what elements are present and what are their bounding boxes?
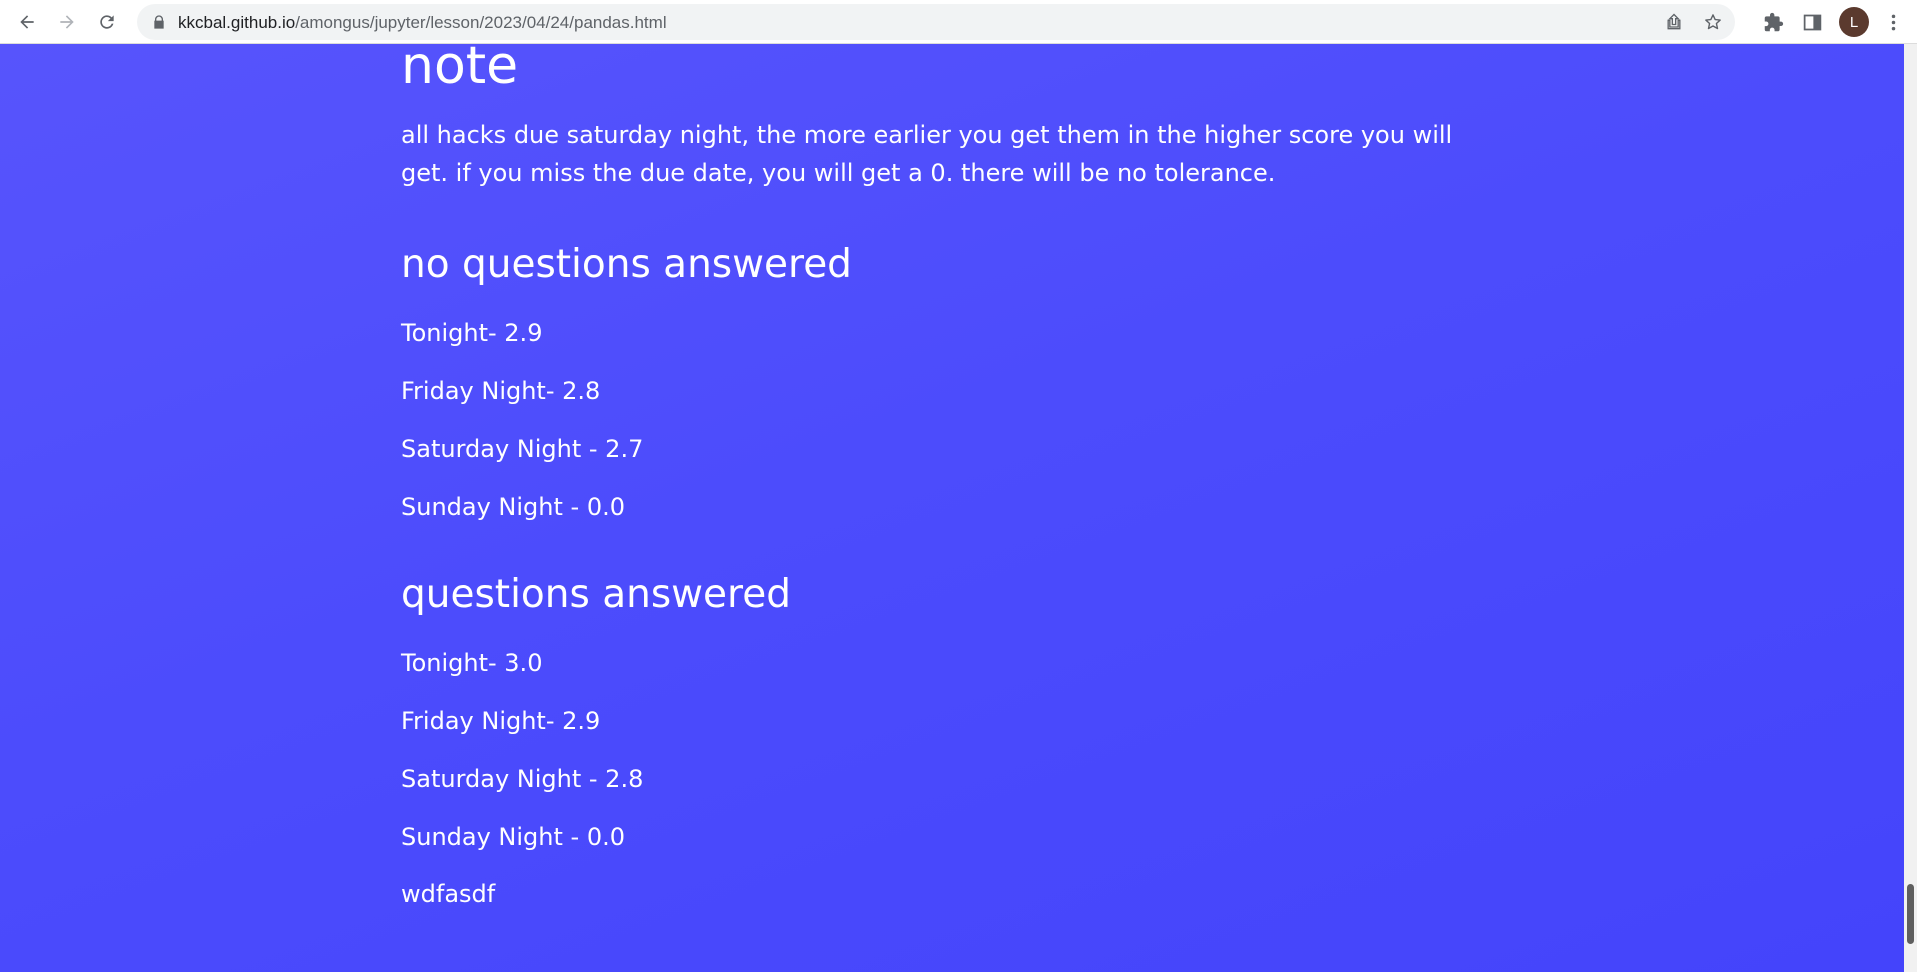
- no-questions-line: Sunday Night - 0.0: [401, 493, 625, 521]
- questions-line: Saturday Night - 2.8: [401, 765, 644, 793]
- browser-menu-button[interactable]: [1880, 9, 1906, 35]
- reload-button[interactable]: [92, 7, 122, 37]
- questions-line: Friday Night- 2.9: [401, 707, 601, 735]
- forward-arrow-icon: [60, 15, 74, 29]
- questions-line: Sunday Night - 0.0: [401, 823, 625, 851]
- url-path: /amongus/jupyter/lesson/2023/04/24/panda…: [295, 13, 667, 32]
- reload-icon: [100, 15, 114, 29]
- vertical-scrollbar[interactable]: [1904, 44, 1917, 972]
- note-paragraph: all hacks due saturday night, the more e…: [401, 121, 1453, 187]
- no-questions-heading: no questions answered: [401, 242, 852, 287]
- lock-icon: [154, 15, 164, 29]
- star-icon: [1705, 14, 1721, 30]
- extensions-button[interactable]: [1760, 9, 1786, 35]
- side-panel-icon: [1803, 14, 1821, 30]
- share-button[interactable]: [1663, 11, 1685, 33]
- kebab-menu-icon: [1891, 14, 1895, 30]
- note-heading: note: [401, 44, 519, 96]
- url-text: kkcbal.github.io/amongus/jupyter/lesson/…: [178, 13, 667, 33]
- scrollbar-thumb[interactable]: [1907, 884, 1914, 944]
- share-icon: [1667, 13, 1681, 30]
- questions-heading: questions answered: [401, 572, 791, 617]
- puzzle-icon: [1764, 12, 1783, 31]
- page-body: note all hacks due saturday night, the m…: [0, 44, 1904, 972]
- questions-line: Tonight- 3.0: [401, 649, 543, 677]
- url-host: kkcbal.github.io: [178, 13, 296, 32]
- back-button[interactable]: [12, 7, 42, 37]
- browser-toolbar: kkcbal.github.io/amongus/jupyter/lesson/…: [0, 0, 1917, 44]
- side-panel-button[interactable]: [1799, 9, 1825, 35]
- forward-button[interactable]: [52, 7, 82, 37]
- trailing-text: wdfasdf: [401, 880, 496, 908]
- no-questions-line: Friday Night- 2.8: [401, 377, 601, 405]
- back-arrow-icon: [20, 15, 34, 29]
- bookmark-button[interactable]: [1702, 11, 1724, 33]
- address-bar[interactable]: kkcbal.github.io/amongus/jupyter/lesson/…: [137, 4, 1735, 40]
- profile-avatar[interactable]: L: [1839, 7, 1869, 37]
- no-questions-line: Tonight- 2.9: [401, 319, 543, 347]
- no-questions-line: Saturday Night - 2.7: [401, 435, 644, 463]
